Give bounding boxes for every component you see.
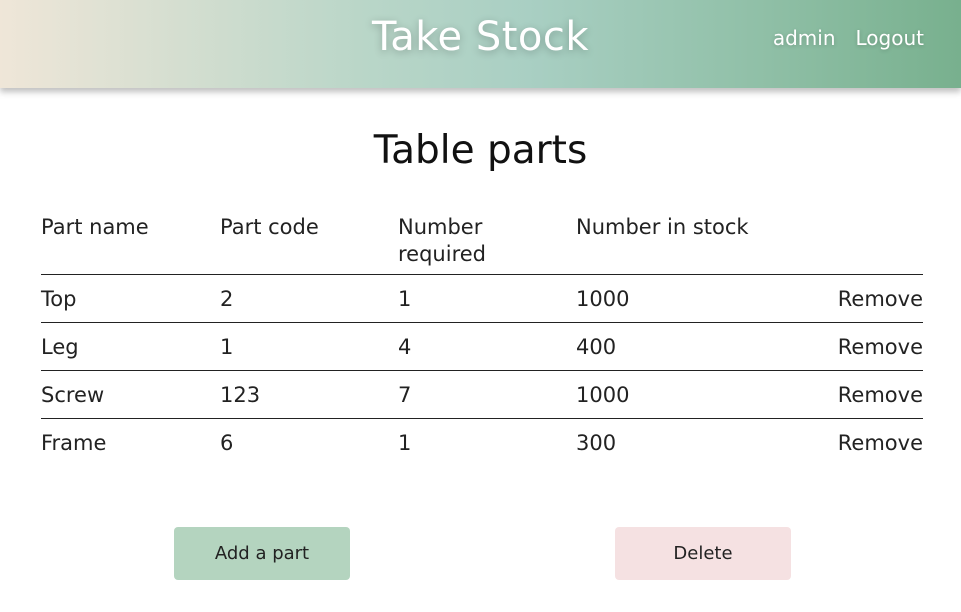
number-required-cell: 4 <box>398 322 576 371</box>
parts-table: Part name Part code Number required Numb… <box>41 214 923 466</box>
table-header-row: Part name Part code Number required Numb… <box>41 214 923 275</box>
remove-cell: Remove <box>754 274 923 323</box>
number-required-cell: 7 <box>398 370 576 419</box>
logout-link[interactable]: Logout <box>856 26 924 50</box>
remove-cell: Remove <box>754 370 923 419</box>
part-name-cell: Screw <box>41 370 220 419</box>
part-name-cell: Frame <box>41 430 107 455</box>
part-code-cell: 1 <box>220 322 398 371</box>
remove-cell: Remove <box>754 419 923 467</box>
number-required-cell: 1 <box>398 274 576 323</box>
part-code-cell: 2 <box>220 274 398 323</box>
number-in-stock-cell: 1000 <box>576 274 754 323</box>
column-header-number-in-stock: Number in stock <box>576 214 754 275</box>
remove-cell: Remove <box>754 322 923 371</box>
table-row: Top 2 1 1000 Remove <box>41 274 923 323</box>
page-title: Table parts <box>373 128 588 173</box>
remove-link[interactable]: Remove <box>838 431 923 455</box>
number-in-stock-cell: 300 <box>576 430 617 455</box>
column-header-part-code: Part code <box>220 214 398 275</box>
part-name-cell: Leg <box>41 322 220 371</box>
remove-link[interactable]: Remove <box>838 335 923 359</box>
column-header-part-name: Part name <box>41 214 220 275</box>
user-link[interactable]: admin <box>773 26 836 50</box>
number-required-cell: 1 <box>398 430 412 455</box>
column-header-number-required: Number required <box>398 214 576 275</box>
table-row: Leg 1 4 400 Remove <box>41 322 923 371</box>
column-header-actions <box>754 214 923 275</box>
part-code-cell: 123 <box>220 370 398 419</box>
header-nav: admin Logout <box>773 26 924 50</box>
number-in-stock-cell: 400 <box>576 322 754 371</box>
number-in-stock-cell: 1000 <box>576 370 754 419</box>
app-header: Take Stock admin Logout <box>0 0 961 88</box>
table-row: Screw 123 7 1000 Remove <box>41 370 923 419</box>
delete-button[interactable]: Delete <box>615 527 791 580</box>
add-part-button[interactable]: Add a part <box>174 527 350 580</box>
part-code-cell: 6 <box>220 430 234 455</box>
table-row: Frame 6 1 300 Remove <box>41 419 923 467</box>
remove-link[interactable]: Remove <box>838 383 923 407</box>
part-name-cell: Top <box>41 274 220 323</box>
remove-link[interactable]: Remove <box>838 287 923 311</box>
